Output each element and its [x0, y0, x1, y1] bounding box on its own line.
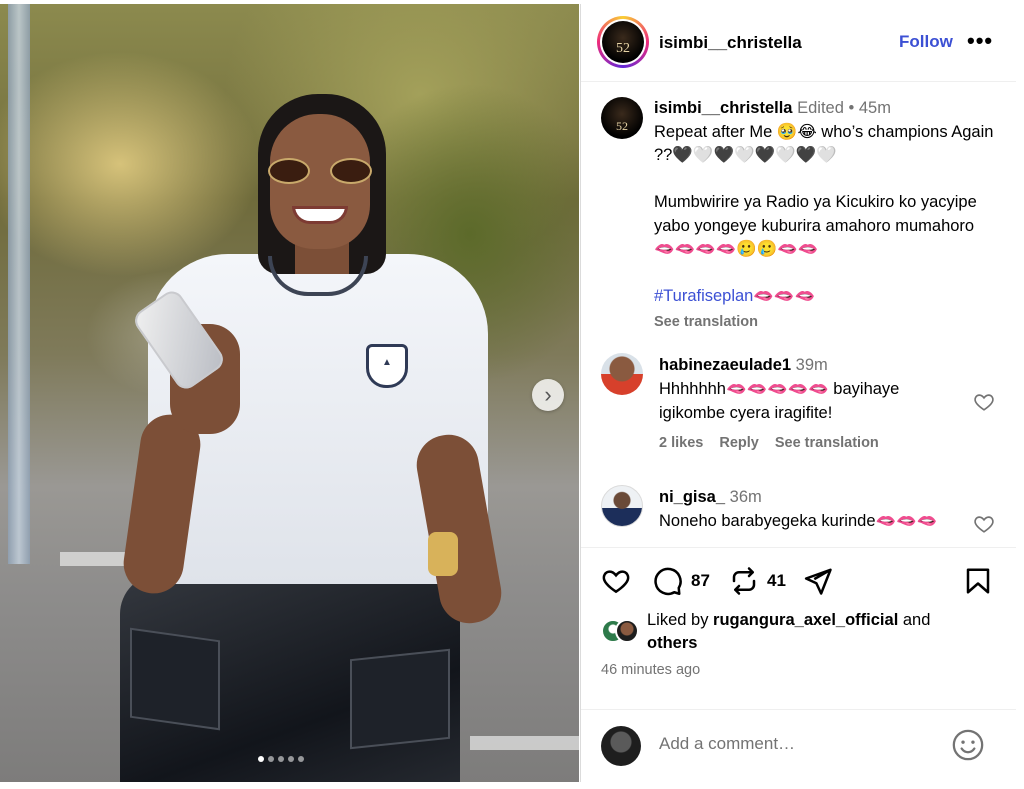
caption-see-translation[interactable]: See translation [654, 311, 994, 335]
author-username[interactable]: isimbi__christella [659, 33, 802, 53]
author-avatar[interactable]: 52 [597, 16, 649, 68]
heart-icon [602, 570, 630, 594]
pocket [350, 648, 450, 750]
hashtag-link[interactable]: #Turafiseplan [654, 287, 753, 305]
post-timestamp[interactable]: 46 minutes ago [601, 662, 700, 678]
person-figure: ▲ [110, 94, 510, 782]
caption-emoji: 🫦🫦🫦🫦🥲🥲🫦🫦 [654, 240, 819, 258]
carousel-dot [278, 756, 284, 762]
liked-by-others[interactable]: others [647, 634, 697, 652]
comment-icon [654, 567, 682, 596]
caption-avatar[interactable]: 52 [601, 97, 643, 139]
next-image-button[interactable]: › [532, 379, 564, 411]
reposts-count: 41 [767, 571, 786, 590]
follow-button[interactable]: Follow [899, 32, 953, 52]
liked-by-and: and [898, 611, 931, 629]
avatar-logo-text: 52 [601, 97, 643, 139]
more-options-icon[interactable]: ••• [967, 28, 993, 54]
emoji-icon[interactable] [951, 728, 985, 762]
chevron-right-icon: › [544, 382, 552, 407]
avatar-logo-text: 52 [602, 21, 644, 63]
post-caption: isimbi__christella Edited • 45m Repeat a… [654, 97, 994, 334]
watch [428, 532, 458, 576]
commenter-avatar[interactable] [601, 353, 643, 395]
shirt-crest: ▲ [366, 344, 408, 388]
comment-actions: 2 likes Reply See translation [659, 435, 879, 451]
share-button[interactable] [803, 566, 833, 596]
caption-time[interactable]: 45m [859, 99, 891, 117]
liker-username[interactable]: rugangura_axel_official [713, 611, 898, 629]
liker-avatars[interactable] [601, 619, 645, 645]
comment-body: habinezaeulade1 39m Hhhhhhh🫦🫦🫦🫦🫦 bayihay… [659, 353, 969, 425]
add-comment-bar [581, 709, 1016, 779]
comments-section[interactable]: 52 isimbi__christella Edited • 45m Repea… [581, 83, 1016, 545]
comments-count: 87 [691, 571, 710, 590]
comment-likes[interactable]: 2 likes [659, 435, 703, 451]
caption-line-2: Mumbwirire ya Radio ya Kicukiro ko yacyi… [654, 193, 977, 235]
carousel-dot-active [258, 756, 264, 762]
repost-button[interactable]: 41 [729, 566, 786, 596]
carousel-dot [298, 756, 304, 762]
separator: • [848, 99, 855, 117]
comment-input[interactable] [659, 734, 939, 754]
comment-time[interactable]: 39m [796, 356, 828, 374]
edited-label: Edited [797, 99, 844, 117]
comment-text: Hhhhhhh [659, 380, 726, 398]
commenter-username[interactable]: ni_gisa_ [659, 488, 725, 506]
reply-button[interactable]: Reply [719, 435, 759, 451]
pocket [130, 627, 220, 731]
caption-line-1: Repeat after Me 🥹😂 who’s champions Again… [654, 122, 994, 165]
carousel-dots [258, 756, 304, 762]
hashtag-emoji: 🫦🫦🫦 [753, 287, 816, 305]
comment-emoji: 🫦🫦🫦🫦🫦 [725, 380, 829, 398]
heart-icon[interactable] [973, 513, 995, 535]
sunglasses [268, 158, 372, 184]
share-icon [804, 568, 832, 595]
like-button[interactable] [601, 566, 631, 596]
action-bar: 87 41 [581, 547, 1016, 607]
comment-body: ni_gisa_ 36m Noneho barabyegeka kurinde🫦… [659, 485, 969, 533]
comment-see-translation[interactable]: See translation [775, 435, 879, 451]
comment-time[interactable]: 36m [730, 488, 762, 506]
background-pole [8, 4, 30, 564]
comment-button[interactable]: 87 [653, 566, 710, 596]
bookmark-icon [966, 568, 990, 594]
post-header: 52 isimbi__christella Follow ••• [581, 4, 1016, 82]
comment-text: Noneho barabyegeka kurinde [659, 512, 876, 530]
heart-icon[interactable] [973, 391, 995, 413]
liked-by-text: Liked by rugangura_axel_official and oth… [647, 609, 987, 655]
commenter-username[interactable]: habinezaeulade1 [659, 356, 791, 374]
post-image[interactable]: ▲ › [0, 4, 579, 782]
liked-by-prefix: Liked by [647, 611, 714, 629]
caption-username[interactable]: isimbi__christella [654, 99, 793, 117]
save-button[interactable] [963, 566, 993, 596]
carousel-dot [268, 756, 274, 762]
current-user-avatar [601, 726, 641, 766]
repost-icon [732, 567, 756, 595]
liked-by: Liked by rugangura_axel_official and oth… [601, 607, 1001, 652]
carousel-dot [288, 756, 294, 762]
comment-emoji: 🫦🫦🫦 [875, 512, 938, 530]
commenter-avatar[interactable] [601, 485, 643, 527]
post-details-panel: 52 isimbi__christella Follow ••• 52 isim… [580, 4, 1016, 782]
